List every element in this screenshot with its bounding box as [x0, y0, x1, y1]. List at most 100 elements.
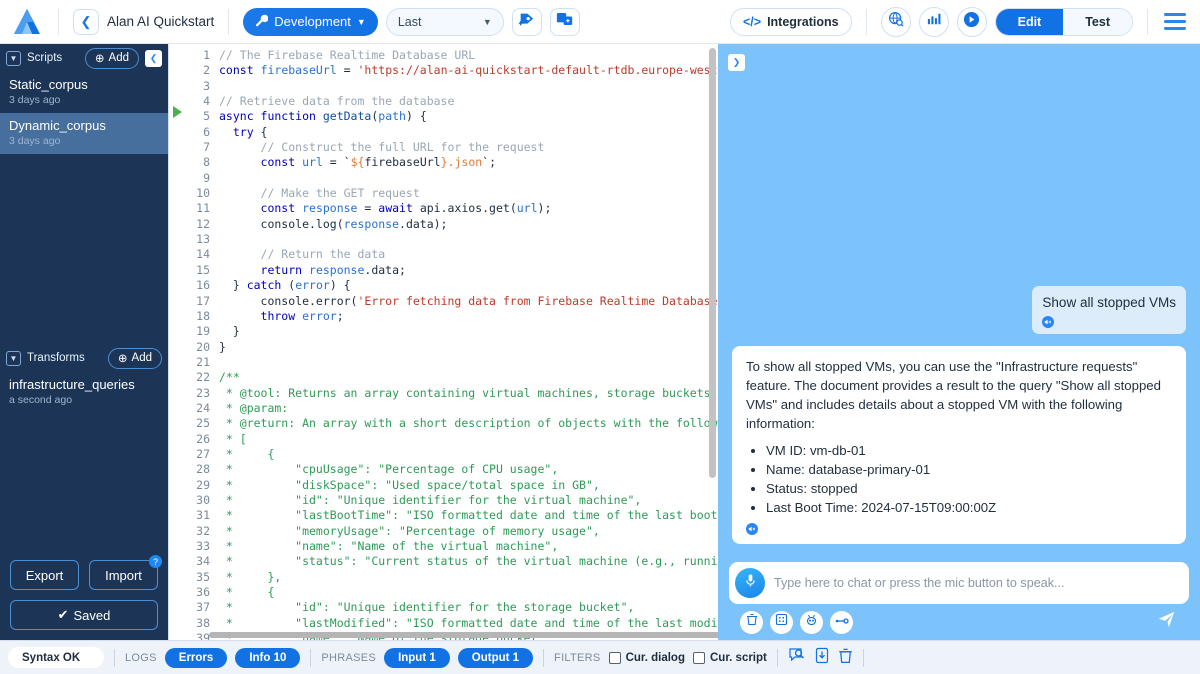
code-line[interactable]: 4// Retrieve data from the database	[185, 94, 718, 109]
code-line[interactable]: 29 * "diskSpace": "Used space/total spac…	[185, 478, 718, 493]
code-line[interactable]: 20}	[185, 340, 718, 355]
code-line[interactable]: 26 * [	[185, 432, 718, 447]
output-filter-button[interactable]: Output 1	[458, 648, 533, 668]
add-screen-button[interactable]	[550, 8, 580, 36]
code-line[interactable]: 32 * "memoryUsage": "Percentage of memor…	[185, 524, 718, 539]
code-line[interactable]: 16 } catch (error) {	[185, 278, 718, 293]
globe-button[interactable]	[881, 7, 911, 37]
code-line[interactable]: 27 * {	[185, 447, 718, 462]
trash-icon	[746, 613, 758, 631]
code-line[interactable]: 7 // Construct the full URL for the requ…	[185, 140, 718, 155]
cur-dialog-checkbox[interactable]: Cur. dialog	[609, 652, 685, 664]
saved-button[interactable]: ✔ Saved	[10, 600, 158, 630]
log-search-button[interactable]	[788, 647, 806, 669]
bar-chart-icon	[926, 12, 942, 31]
code-line[interactable]: 6 try {	[185, 125, 718, 140]
code-line[interactable]: 5async function getData(path) {	[185, 109, 718, 124]
mode-switch[interactable]: Edit Test	[995, 8, 1133, 36]
code-line[interactable]: 14 // Return the data	[185, 247, 718, 262]
version-selector[interactable]: Last ▼	[386, 8, 504, 36]
tab-test[interactable]: Test	[1063, 9, 1132, 35]
code-line[interactable]: 34 * "status": "Current status of the vi…	[185, 554, 718, 569]
debug-button[interactable]	[800, 611, 823, 634]
code-editor[interactable]: 1// The Firebase Realtime Database URL2c…	[168, 44, 718, 640]
input-filter-button[interactable]: Input 1	[384, 648, 450, 668]
tuning-button[interactable]	[770, 611, 793, 634]
code-line[interactable]: 15 return response.data;	[185, 263, 718, 278]
transform-name: infrastructure_queries	[9, 377, 159, 393]
errors-filter-button[interactable]: Errors	[165, 648, 228, 668]
code-line[interactable]: 30 * "id": "Unique identifier for the vi…	[185, 493, 718, 508]
code-line[interactable]: 13	[185, 232, 718, 247]
code-line[interactable]: 3	[185, 79, 718, 94]
clear-chat-button[interactable]	[740, 611, 763, 634]
code-line[interactable]: 22/**	[185, 370, 718, 385]
editor-vertical-scrollbar[interactable]	[709, 48, 716, 478]
code-line[interactable]: 12 console.log(response.data);	[185, 217, 718, 232]
import-button[interactable]: Import ?	[89, 560, 158, 590]
add-tag-button[interactable]	[512, 8, 542, 36]
code-line[interactable]: 31 * "lastBootTime": "ISO formatted date…	[185, 508, 718, 523]
integrations-button[interactable]: </> Integrations	[730, 8, 852, 36]
code-line[interactable]: 2const firebaseUrl = 'https://alan-ai-qu…	[185, 63, 718, 78]
code-line[interactable]: 21	[185, 355, 718, 370]
chat-collapse-button[interactable]: ❯	[728, 54, 745, 71]
add-script-button[interactable]: ⊕ Add	[85, 48, 139, 69]
transforms-collapse-toggle[interactable]: ▼	[6, 351, 21, 366]
code-line[interactable]: 36 * {	[185, 585, 718, 600]
wrench-icon	[255, 14, 268, 30]
code-text: try {	[219, 125, 267, 140]
code-line[interactable]: 38 * "lastModified": "ISO formatted date…	[185, 616, 718, 631]
link-button[interactable]	[830, 611, 853, 634]
run-button[interactable]	[957, 7, 987, 37]
code-line[interactable]: 23 * @tool: Returns an array containing …	[185, 386, 718, 401]
export-button[interactable]: Export	[10, 560, 79, 590]
project-title: Alan AI Quickstart	[107, 14, 214, 29]
code-line[interactable]: 28 * "cpuUsage": "Percentage of CPU usag…	[185, 462, 718, 477]
code-line[interactable]: 17 console.error('Error fetching data fr…	[185, 294, 718, 309]
environment-selector[interactable]: Development ▼	[243, 8, 378, 36]
list-item[interactable]: infrastructure_queries a second ago	[0, 372, 168, 413]
code-line[interactable]: 19 }	[185, 324, 718, 339]
code-line[interactable]: 8 const url = `${firebaseUrl}.json`;	[185, 155, 718, 170]
list-item[interactable]: Dynamic_corpus 3 days ago	[0, 113, 168, 154]
send-button[interactable]	[1154, 610, 1178, 634]
code-text: * "diskSpace": "Used space/total space i…	[219, 478, 600, 493]
code-line[interactable]: 9	[185, 171, 718, 186]
export-label: Export	[26, 568, 64, 583]
logs-label: LOGS	[125, 652, 157, 664]
back-button[interactable]: ❮	[73, 9, 99, 35]
import-help-badge[interactable]: ?	[149, 555, 162, 568]
code-line[interactable]: 11 const response = await api.axios.get(…	[185, 201, 718, 216]
mute-speaker-icon[interactable]	[1042, 316, 1054, 328]
code-line[interactable]: 24 * @param:	[185, 401, 718, 416]
code-line[interactable]: 1// The Firebase Realtime Database URL	[185, 48, 718, 63]
code-line[interactable]: 10 // Make the GET request	[185, 186, 718, 201]
chat-input[interactable]	[774, 576, 1183, 590]
analytics-button[interactable]	[919, 7, 949, 37]
delete-logs-button[interactable]	[838, 647, 853, 669]
mute-speaker-icon[interactable]	[746, 523, 758, 535]
syntax-status[interactable]: Syntax OK	[8, 647, 104, 668]
code-line[interactable]: 25 * @return: An array with a short desc…	[185, 416, 718, 431]
cur-script-checkbox[interactable]: Cur. script	[693, 652, 767, 664]
code-line[interactable]: 18 throw error;	[185, 309, 718, 324]
run-play-marker-icon[interactable]	[173, 106, 182, 118]
list-item[interactable]: Static_corpus 3 days ago	[0, 72, 168, 113]
line-number: 2	[185, 63, 219, 78]
info-filter-button[interactable]: Info 10	[235, 648, 300, 668]
tab-edit[interactable]: Edit	[996, 9, 1064, 35]
sidebar-collapse-button[interactable]: ❮	[145, 50, 162, 67]
check-icon: ✔	[58, 607, 69, 623]
code-line[interactable]: 35 * },	[185, 570, 718, 585]
microphone-button[interactable]	[735, 568, 765, 598]
scripts-collapse-toggle[interactable]: ▼	[6, 51, 21, 66]
alan-logo-icon	[10, 7, 44, 37]
code-line[interactable]: 33 * "name": "Name of the virtual machin…	[185, 539, 718, 554]
download-logs-button[interactable]	[814, 647, 830, 669]
editor-horizontal-scrollbar[interactable]	[209, 632, 718, 638]
add-transform-button[interactable]: ⊕ Add	[108, 348, 162, 369]
code-line[interactable]: 37 * "id": "Unique identifier for the st…	[185, 600, 718, 615]
code-content[interactable]: 1// The Firebase Realtime Database URL2c…	[185, 44, 718, 640]
hamburger-menu-icon[interactable]	[1162, 11, 1188, 32]
